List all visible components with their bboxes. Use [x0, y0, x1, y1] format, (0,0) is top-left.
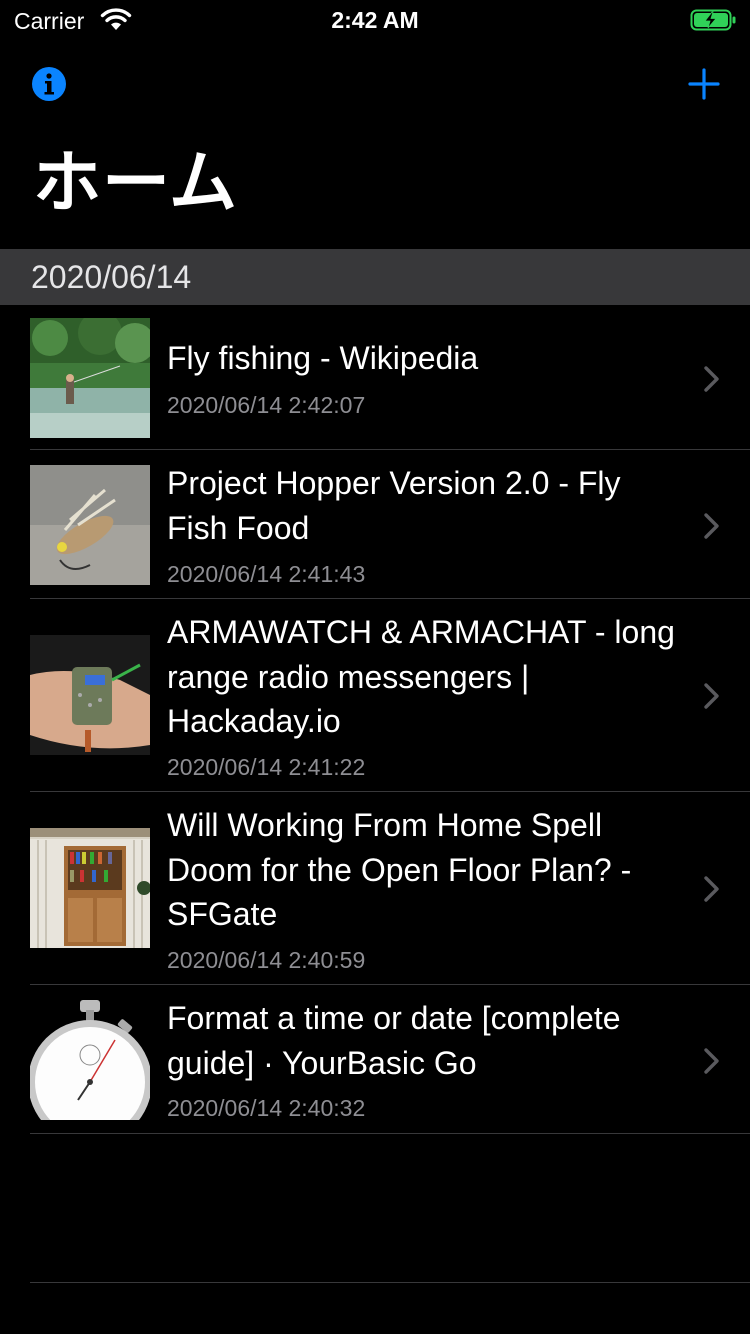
chevron-right-icon [704, 513, 719, 539]
clock: 2:42 AM [331, 7, 419, 33]
list-item[interactable]: Format a time or date [complete guide] ·… [0, 985, 750, 1133]
info-circle-icon [32, 67, 66, 101]
item-title: ARMAWATCH & ARMACHAT - long range radio … [167, 614, 675, 739]
chevron-right-icon [704, 683, 719, 709]
item-date: 2020/06/14 2:40:32 [167, 1095, 366, 1121]
battery-charging-icon [690, 9, 736, 31]
thumbnail-radio-device [30, 635, 150, 755]
info-button[interactable] [31, 66, 67, 102]
item-title: Will Working From Home Spell Doom for th… [167, 807, 632, 932]
chevron-right-icon [704, 366, 719, 392]
item-title: Format a time or date [complete guide] ·… [167, 1000, 621, 1081]
thumbnail-stopwatch [30, 1000, 150, 1120]
thumbnail-fly-lure [30, 465, 150, 585]
list-item[interactable]: Project Hopper Version 2.0 - Fly Fish Fo… [0, 450, 750, 598]
item-date: 2020/06/14 2:40:59 [167, 947, 366, 973]
item-date: 2020/06/14 2:41:43 [167, 561, 366, 587]
section-header-label: 2020/06/14 [31, 259, 192, 295]
list-item[interactable]: Will Working From Home Spell Doom for th… [0, 792, 750, 985]
empty-row-separator [30, 1282, 750, 1283]
plus-icon [688, 68, 720, 100]
chevron-right-icon [704, 876, 719, 902]
list-item[interactable]: ARMAWATCH & ARMACHAT - long range radio … [0, 599, 750, 792]
item-title: Fly fishing - Wikipedia [167, 340, 479, 376]
page-title: ホーム [33, 144, 238, 223]
thumbnail-fly-fishing [30, 318, 150, 438]
navigation-bar [0, 60, 750, 110]
add-button[interactable] [686, 66, 722, 102]
list-item[interactable]: Fly fishing - Wikipedia 2020/06/14 2:42:… [0, 305, 750, 450]
row-separator [30, 1133, 750, 1134]
chevron-right-icon [704, 1048, 719, 1074]
status-bar: Carrier 2:42 AM [0, 0, 750, 40]
section-header: 2020/06/14 [0, 249, 750, 305]
item-date: 2020/06/14 2:41:22 [167, 754, 366, 780]
item-date: 2020/06/14 2:42:07 [167, 392, 366, 418]
item-title: Project Hopper Version 2.0 - Fly Fish Fo… [167, 465, 621, 546]
thumbnail-bookshelf-room [30, 828, 150, 948]
